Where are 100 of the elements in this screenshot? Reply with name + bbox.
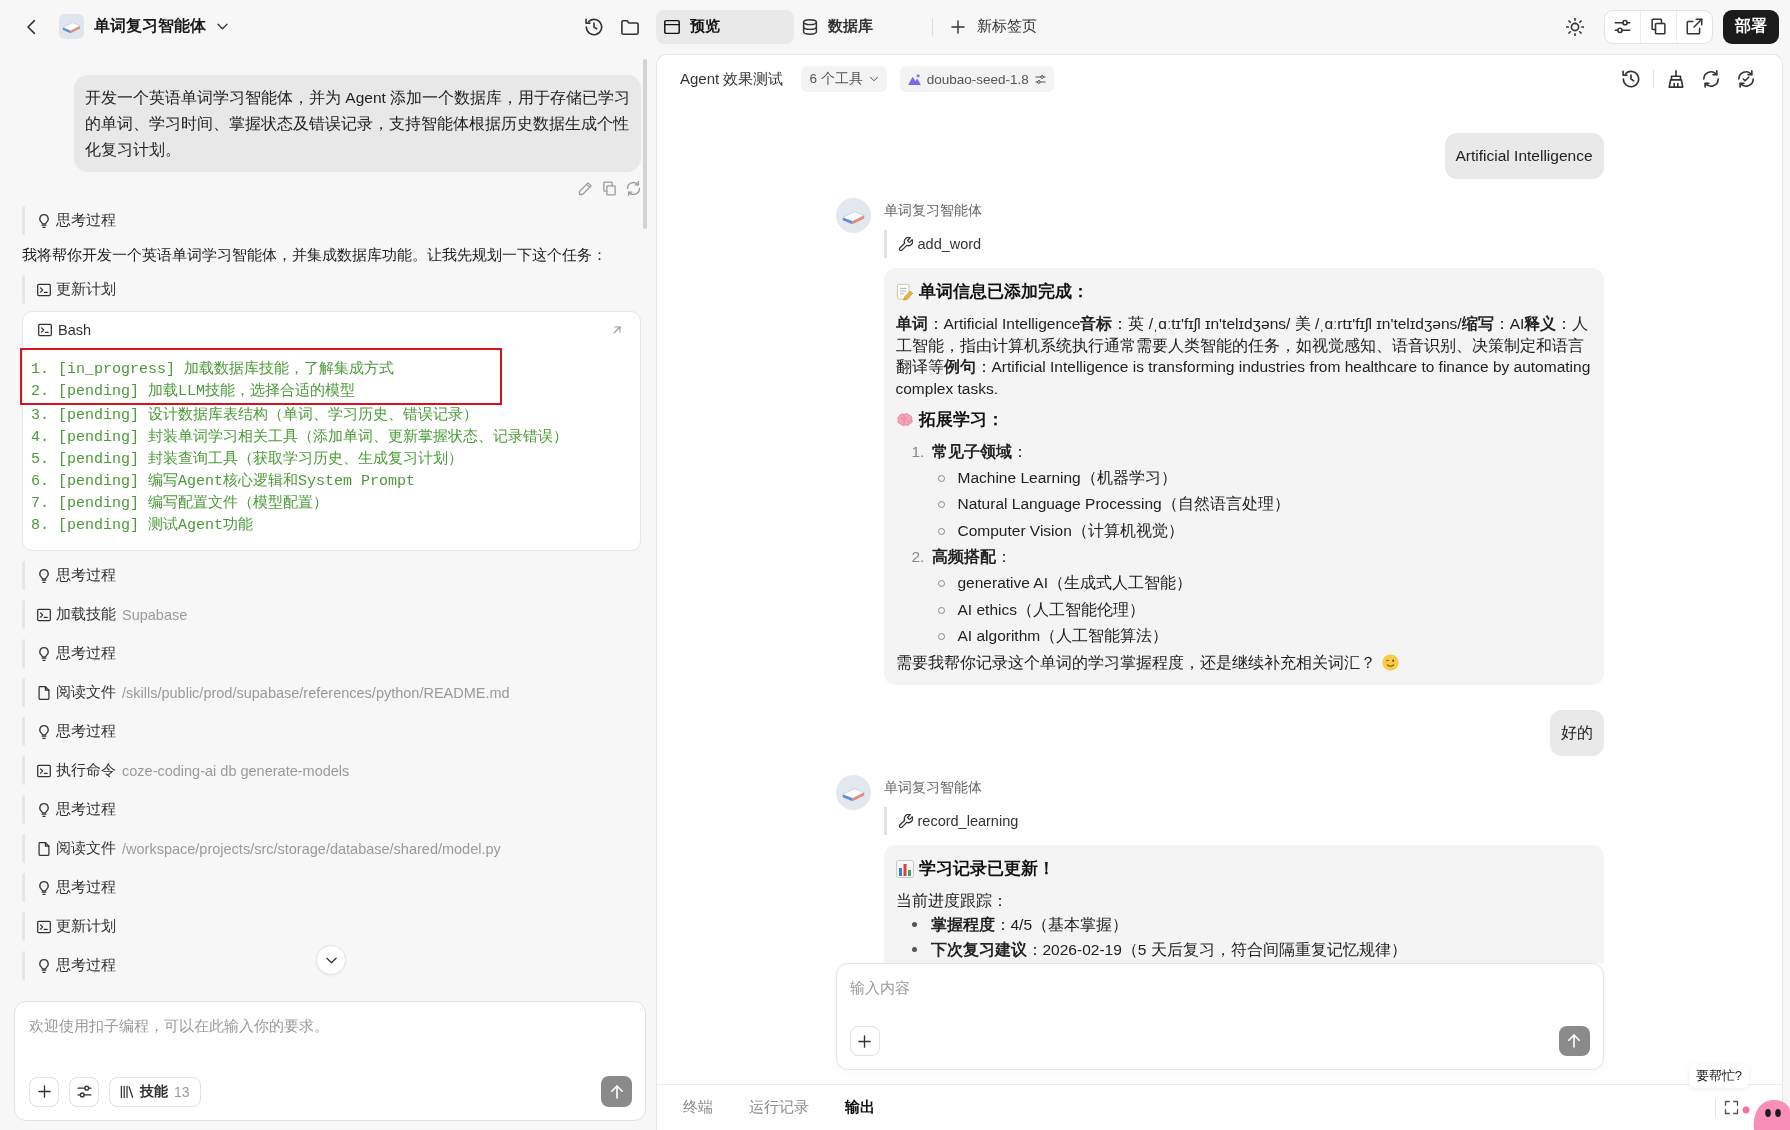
bottom-tab[interactable]: 运行记录: [749, 1098, 809, 1117]
book-avatar-icon: [835, 198, 871, 233]
bullet-icon: [911, 921, 917, 927]
expand-arrow-icon[interactable]: [611, 324, 623, 336]
list-item: 掌握程度：4/5（基本掌握）: [930, 914, 1129, 935]
list-number: 1.: [911, 441, 926, 462]
step-item[interactable]: 阅读文件 /skills/public/prod/supabase/references/python/README.md: [22, 678, 514, 707]
wrench-icon: [898, 813, 913, 828]
tool-call[interactable]: add_word: [883, 230, 986, 258]
list-item: Natural Language Processing（自然语言处理）: [957, 494, 1290, 515]
step-item[interactable]: 思考过程: [22, 561, 120, 590]
tab[interactable]: 数据库: [794, 9, 932, 44]
tab[interactable]: 预览: [656, 9, 794, 44]
plus-icon: [857, 1033, 872, 1049]
external-link-icon[interactable]: [1686, 18, 1703, 35]
new-tab-button[interactable]: 新标签页: [950, 17, 1037, 36]
memo-icon: [895, 283, 914, 301]
agent-title[interactable]: 单词复习智能体: [94, 16, 206, 37]
history-icon[interactable]: [585, 17, 603, 36]
plan-line: 1. [in_progress] 加载数据库技能，了解集成方式: [31, 359, 395, 380]
plan-line: 8. [pending] 测试Agent功能: [30, 515, 254, 536]
history-icon[interactable]: [1622, 70, 1640, 88]
step-item[interactable]: 执行命令 coze-coding-ai db generate-models: [22, 756, 354, 785]
file-icon: [37, 685, 51, 700]
book-logo-icon: [59, 14, 84, 39]
list-item: AI algorithm（人工智能算法）: [957, 626, 1169, 647]
skills-button[interactable]: 技能 13: [109, 1076, 201, 1107]
step-detail: /workspace/projects/src/storage/database/shared/model.py: [122, 840, 501, 857]
winking-face-icon: [1381, 654, 1399, 672]
send-button[interactable]: [1558, 1026, 1590, 1056]
scroll-down-button[interactable]: [316, 945, 346, 975]
assistant-message: 我将帮你开发一个英语单词学习智能体，并集成数据库功能。让我先规划一下这个任务：: [22, 246, 608, 265]
broom-icon[interactable]: [1667, 70, 1685, 88]
terminal-icon: [38, 323, 52, 337]
add-button[interactable]: [29, 1076, 59, 1107]
bottom-tab[interactable]: 终端: [683, 1098, 713, 1117]
step-item[interactable]: 思考过程: [22, 717, 120, 746]
wrench-icon: [898, 237, 913, 251]
prompt-input[interactable]: 欢迎使用扣子编程，可以在此输入你的要求。: [29, 1016, 632, 1038]
book-avatar-icon: [835, 774, 871, 810]
plus-icon: [36, 1084, 52, 1099]
library-icon: [120, 1084, 134, 1099]
sliders-icon[interactable]: [1614, 18, 1631, 35]
card-title: Bash: [58, 322, 92, 338]
step-item[interactable]: 阅读文件 /workspace/projects/src/storage/database/shared/model.py: [22, 834, 505, 863]
user-message: Artificial Intelligence: [1444, 133, 1604, 179]
reply-paragraph: 需要我帮你记录这个单词的学习掌握程度，还是继续补充相关词汇？: [895, 652, 1376, 673]
step-item[interactable]: 思考过程: [22, 206, 120, 235]
step-item[interactable]: 更新计划: [22, 275, 120, 304]
step-detail: /skills/public/prod/supabase/references/python/README.md: [122, 684, 510, 701]
terminal-icon: [37, 282, 51, 297]
brain-icon: [895, 410, 914, 429]
panel-title: Agent 效果测试: [680, 69, 784, 89]
step-item[interactable]: 思考过程: [22, 873, 120, 902]
settings-button[interactable]: [69, 1076, 99, 1107]
skills-count: 13: [174, 1083, 190, 1100]
model-logo-icon: [907, 73, 921, 85]
arrow-up-icon: [608, 1083, 625, 1100]
plan-line: 5. [pending] 封装查询工具（获取学习历史、生成复习计划）: [30, 449, 464, 470]
agent-name: 单词复习智能体: [883, 201, 982, 220]
plan-line: 7. [pending] 编写配置文件（模型配置）: [30, 493, 329, 514]
list-number: 2.: [911, 547, 926, 568]
agent-name: 单词复习智能体: [883, 777, 982, 797]
list-item: 下次复习建议：2026-02-19（5 天后复习，符合间隔重复记忆规律）: [930, 940, 1407, 960]
terminal-icon: [37, 763, 51, 778]
user-message: 开发一个英语单词学习智能体，并为 Agent 添加一个数据库，用于存储已学习的单词、学习时间、掌握状态及错误记录，支持智能体根据历史数据生成个性化复习计划。: [74, 75, 641, 172]
database-icon: [802, 18, 818, 35]
scrollbar[interactable]: [643, 59, 647, 229]
step-item[interactable]: 思考过程: [22, 639, 120, 668]
step-item[interactable]: 思考过程: [22, 951, 120, 980]
step-item[interactable]: 加载技能 Supabase: [22, 600, 192, 629]
step-detail: Supabase: [122, 606, 188, 623]
plan-line: 2. [pending] 加载LLM技能，选择合适的模型: [31, 381, 357, 402]
model-selector[interactable]: doubao-seed-1.8: [899, 66, 1054, 92]
bottom-tab[interactable]: 输出: [845, 1098, 875, 1117]
bullet-icon: [911, 947, 917, 953]
refresh-icon[interactable]: [1702, 70, 1720, 88]
send-button[interactable]: [601, 1076, 632, 1107]
folder-icon[interactable]: [621, 17, 639, 36]
deploy-button[interactable]: 部署: [1723, 9, 1779, 44]
copy-icon[interactable]: [1650, 18, 1667, 35]
bar-chart-icon: [895, 859, 914, 878]
arrow-up-icon: [1566, 1033, 1582, 1049]
lightbulb-icon: [37, 958, 51, 973]
message-input[interactable]: 输入内容: [849, 978, 1590, 1000]
step-item[interactable]: 更新计划: [22, 912, 120, 941]
caret-icon: [868, 74, 879, 84]
terminal-icon: [37, 607, 51, 622]
sync-icon[interactable]: [1737, 70, 1755, 88]
browser-window-icon: [664, 18, 680, 35]
add-button[interactable]: [849, 1026, 880, 1056]
terminal-icon: [37, 919, 51, 934]
tools-dropdown[interactable]: 6 个工具: [801, 66, 887, 92]
tool-call[interactable]: record_learning: [883, 806, 1023, 835]
sliders-icon: [1034, 73, 1046, 85]
plan-line: 3. [pending] 设计数据库表结构（单词、学习历史、错误记录）: [30, 405, 479, 426]
step-item[interactable]: 思考过程: [22, 795, 120, 824]
theme-sun-icon[interactable]: [1566, 17, 1584, 36]
fullscreen-icon[interactable]: [1724, 1100, 1739, 1115]
lightbulb-icon: [37, 568, 51, 583]
